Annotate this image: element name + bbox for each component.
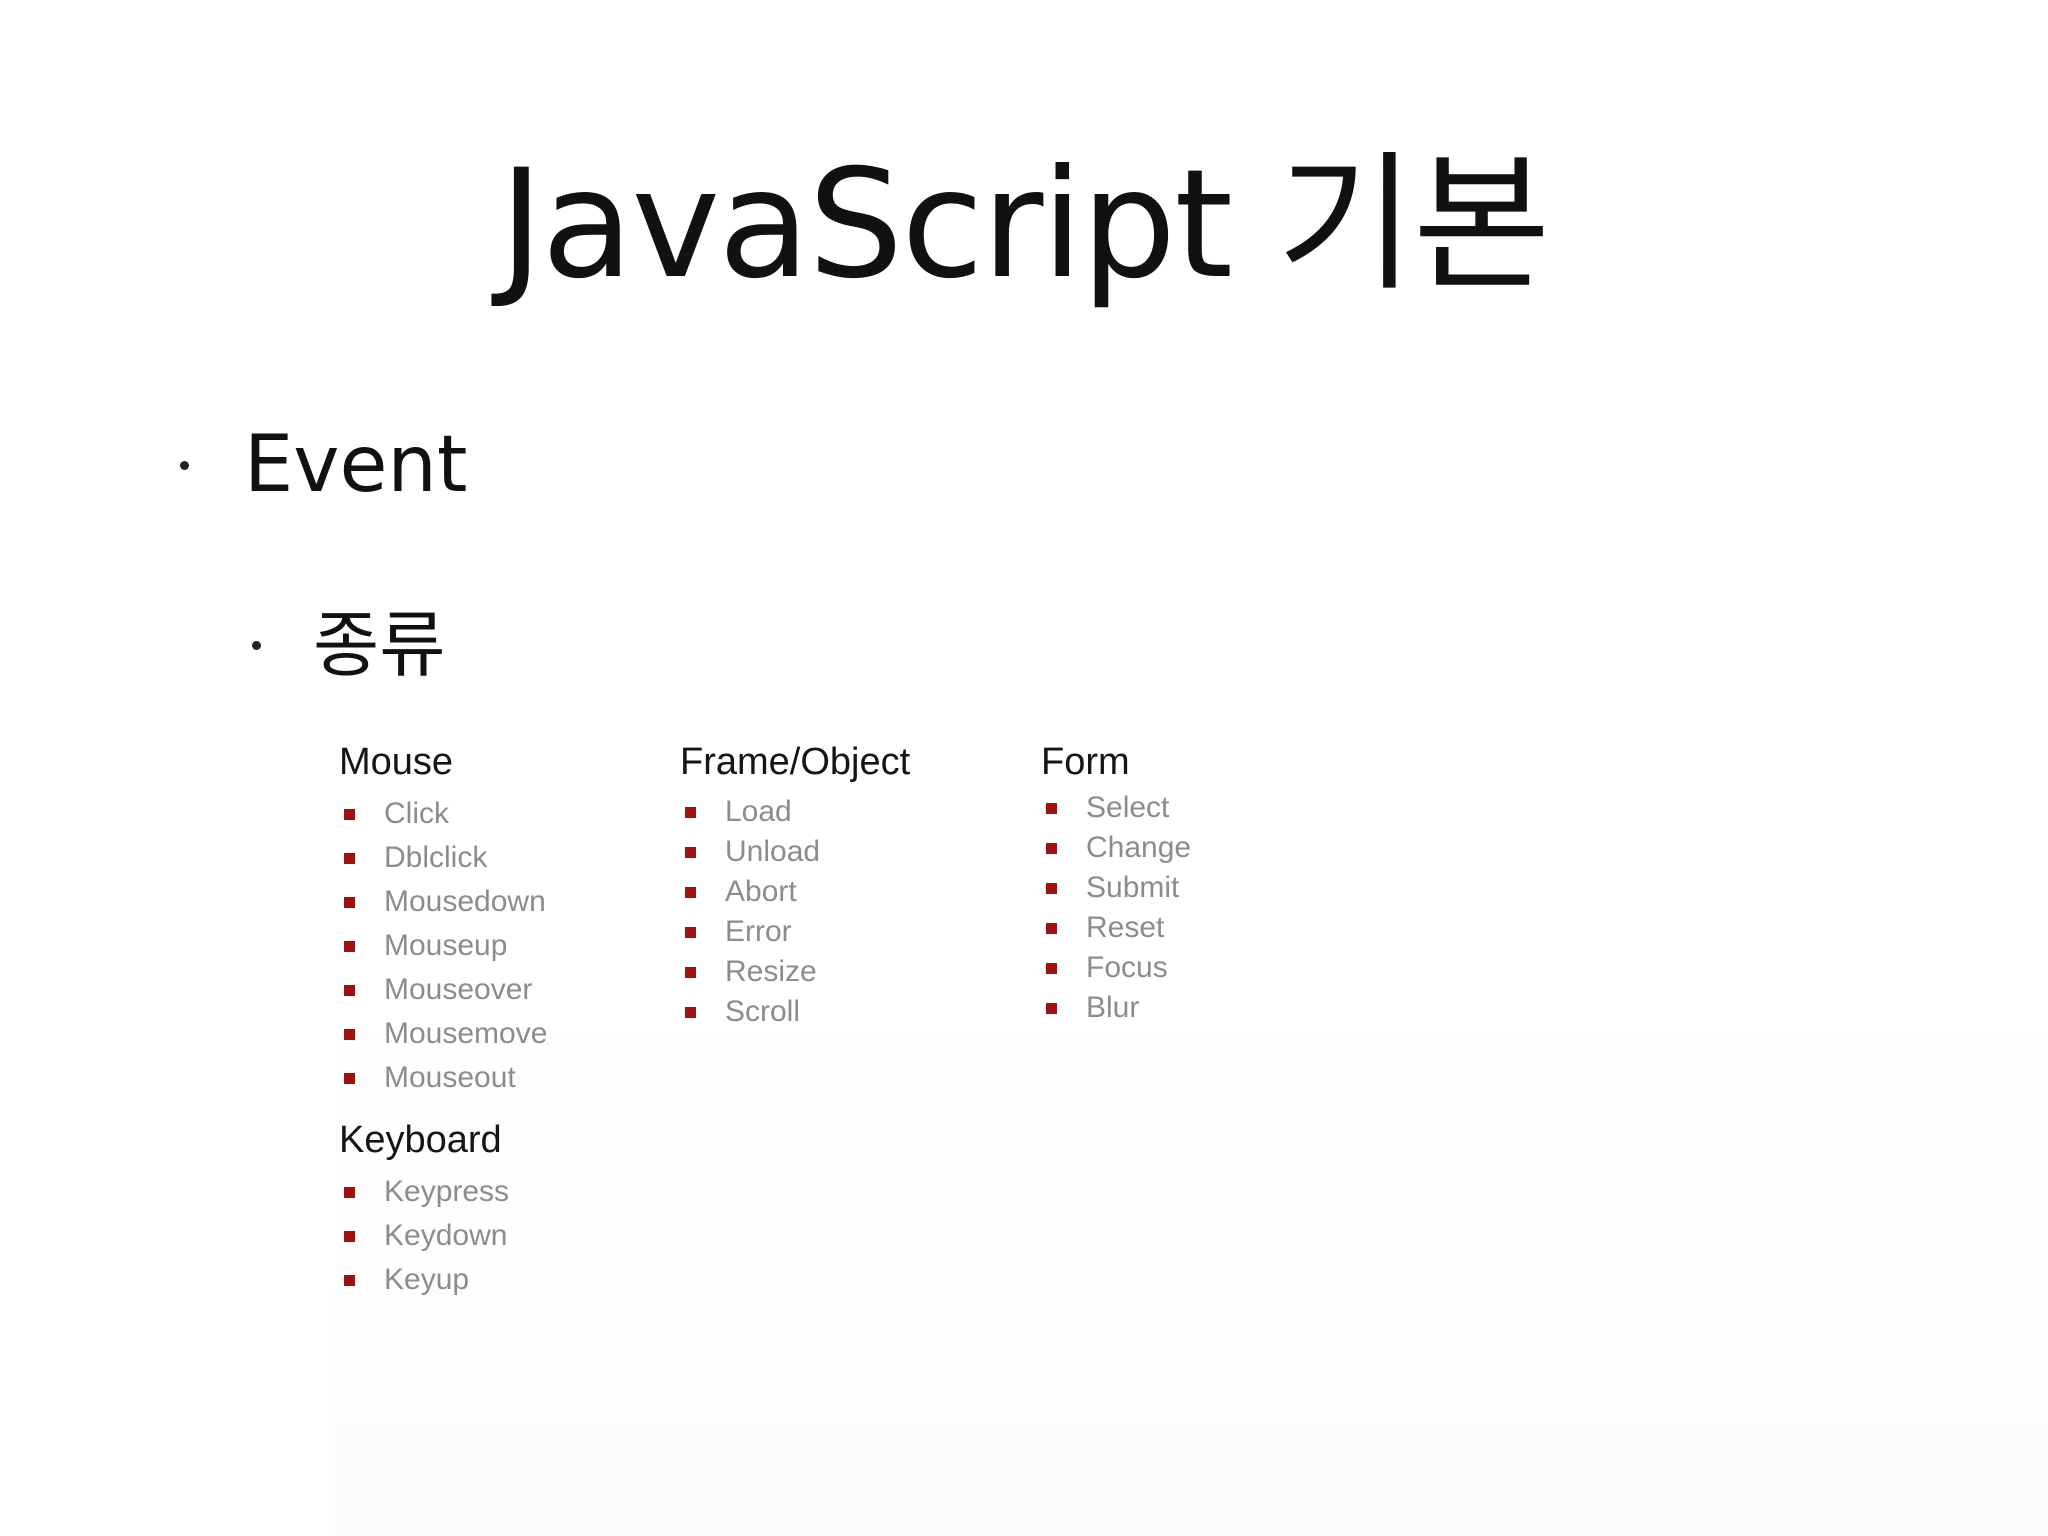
slide-title: JavaScript 기본 <box>499 138 1551 312</box>
event-label: Resize <box>725 955 817 988</box>
list-item: Mouseup <box>339 924 547 968</box>
list-item: Mousedown <box>339 880 547 924</box>
event-list: Load Unload Abort Error Resize Scroll <box>680 792 910 1032</box>
event-label: Abort <box>725 875 797 908</box>
category-keyboard: Keyboard Keypress Keydown Keyup <box>339 1118 509 1302</box>
square-bullet-icon <box>344 1186 355 1198</box>
bullet-event: Event <box>180 420 467 510</box>
category-title: Form <box>1041 741 1130 783</box>
event-label: Keypress <box>384 1175 510 1208</box>
event-label: Select <box>1086 791 1170 824</box>
square-bullet-icon <box>344 1072 355 1084</box>
list-item: Blur <box>1041 988 1191 1028</box>
category-title: Mouse <box>339 741 454 783</box>
list-item: Abort <box>680 872 910 912</box>
event-label: Mouseover <box>384 973 533 1006</box>
event-label: Dblclick <box>384 841 488 874</box>
event-list: Select Change Submit Reset Focus Blur <box>1041 788 1191 1028</box>
square-bullet-icon <box>344 852 355 864</box>
square-bullet-icon <box>1046 922 1057 934</box>
list-item: Change <box>1041 828 1191 868</box>
bullet-event-label: Event <box>244 420 468 510</box>
event-label: Mousedown <box>384 885 546 918</box>
event-label: Focus <box>1086 951 1168 984</box>
square-bullet-icon <box>344 1028 355 1040</box>
square-bullet-icon <box>344 984 355 996</box>
list-item: Dblclick <box>339 836 547 880</box>
square-bullet-icon <box>685 846 696 858</box>
square-bullet-icon <box>685 1006 696 1018</box>
event-label: Mousemove <box>384 1017 548 1050</box>
square-bullet-icon <box>344 1230 355 1242</box>
category-title: Keyboard <box>339 1119 502 1161</box>
list-item: Keyup <box>339 1258 509 1302</box>
event-list: Click Dblclick Mousedown Mouseup Mouseov… <box>339 792 547 1100</box>
event-label: Mouseup <box>384 929 508 962</box>
event-label: Mouseout <box>384 1061 516 1094</box>
square-bullet-icon <box>344 940 355 952</box>
event-label: Error <box>725 915 792 948</box>
list-item: Mouseout <box>339 1056 547 1100</box>
square-bullet-icon <box>1046 802 1057 814</box>
event-label: Scroll <box>725 995 801 1028</box>
category-frame-object: Frame/Object Load Unload Abort Error Res… <box>680 740 910 1032</box>
list-item: Click <box>339 792 547 836</box>
list-item: Submit <box>1041 868 1191 908</box>
bullet-dot-icon <box>180 460 189 470</box>
category-mouse: Mouse Click Dblclick Mousedown Mouseup M… <box>339 740 547 1100</box>
square-bullet-icon <box>685 966 696 978</box>
event-label: Submit <box>1086 871 1180 904</box>
list-item: Scroll <box>680 992 910 1032</box>
square-bullet-icon <box>344 896 355 908</box>
event-label: Click <box>384 797 449 830</box>
category-title: Frame/Object <box>680 741 911 783</box>
list-item: Mousemove <box>339 1012 547 1056</box>
list-item: Unload <box>680 832 910 872</box>
list-item: Focus <box>1041 948 1191 988</box>
square-bullet-icon <box>685 926 696 938</box>
list-item: Error <box>680 912 910 952</box>
square-bullet-icon <box>344 1274 355 1286</box>
event-label: Change <box>1086 831 1192 864</box>
bullet-types-label: 종류 <box>313 603 446 687</box>
event-types-image: Mouse Click Dblclick Mousedown Mouseup M… <box>335 740 2048 1536</box>
square-bullet-icon <box>1046 1002 1057 1014</box>
bullet-dot-icon <box>252 640 261 650</box>
square-bullet-icon <box>685 806 696 818</box>
event-label: Load <box>725 795 792 828</box>
event-label: Reset <box>1086 911 1165 944</box>
event-label: Keyup <box>384 1263 470 1296</box>
list-item: Resize <box>680 952 910 992</box>
square-bullet-icon <box>344 808 355 820</box>
list-item: Reset <box>1041 908 1191 948</box>
square-bullet-icon <box>1046 962 1057 974</box>
list-item: Load <box>680 792 910 832</box>
list-item: Mouseover <box>339 968 547 1012</box>
event-label: Keydown <box>384 1219 508 1252</box>
event-label: Blur <box>1086 991 1140 1024</box>
event-label: Unload <box>725 835 821 868</box>
list-item: Keypress <box>339 1170 509 1214</box>
square-bullet-icon <box>1046 882 1057 894</box>
list-item: Keydown <box>339 1214 509 1258</box>
category-form: Form Select Change Submit Reset Focus Bl… <box>1041 740 1191 1028</box>
event-list: Keypress Keydown Keyup <box>339 1170 509 1302</box>
square-bullet-icon <box>685 886 696 898</box>
list-item: Select <box>1041 788 1191 828</box>
square-bullet-icon <box>1046 842 1057 854</box>
bullet-types: 종류 <box>252 600 445 690</box>
